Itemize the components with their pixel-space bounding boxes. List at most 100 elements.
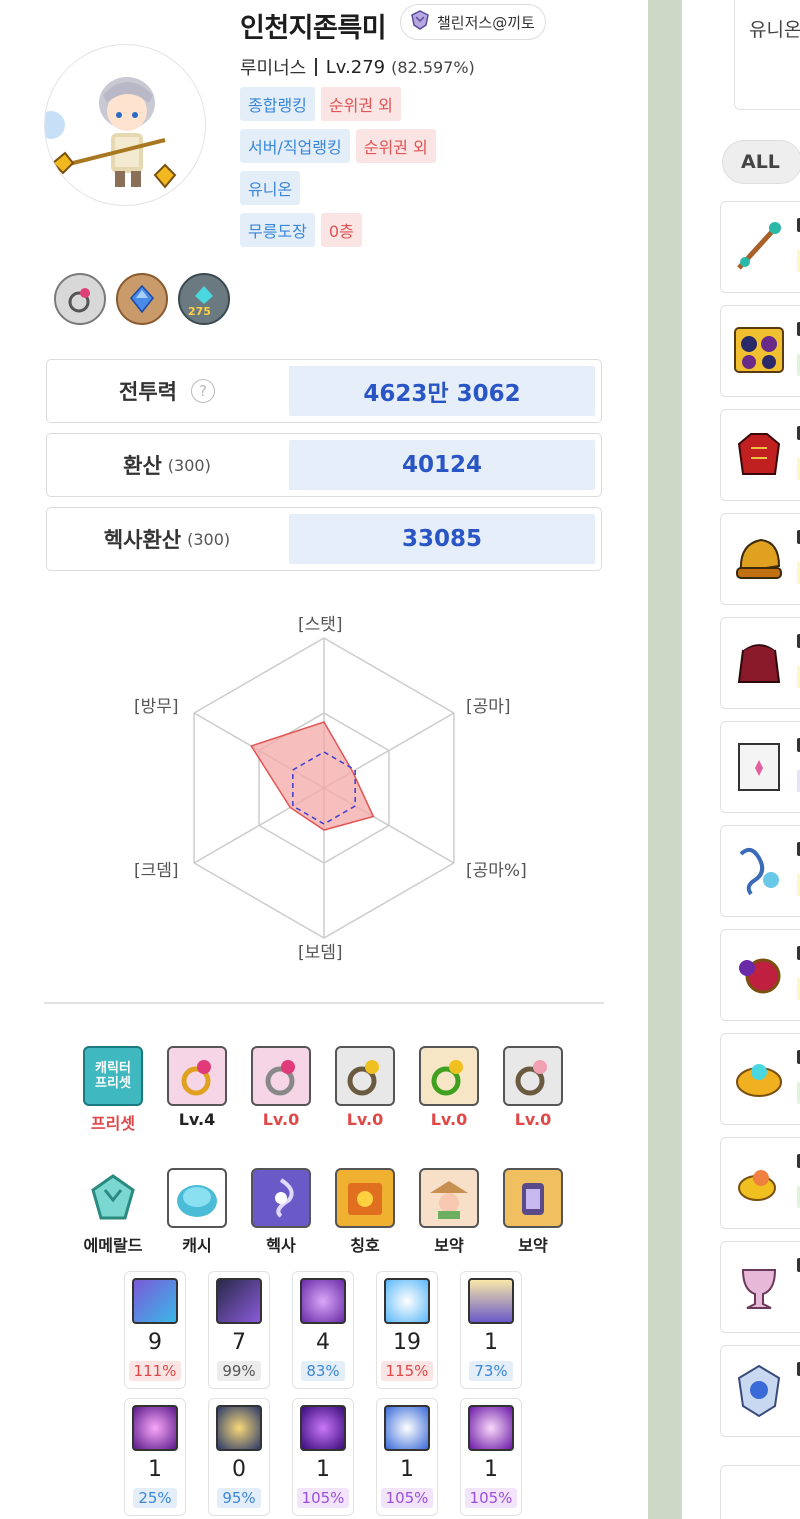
equipment-card[interactable] — [720, 929, 800, 1021]
radar-label-stat: [스탯] — [298, 615, 343, 635]
skill-level: 7 — [232, 1330, 246, 1355]
cape-icon — [737, 638, 781, 683]
treasure-icon — [419, 1168, 479, 1228]
equipment-panel: 유니온 ALL — [682, 0, 800, 1519]
radar-label-boss-dmg: [보뎀] — [298, 943, 343, 963]
hexa-skill[interactable]: 1 25% — [124, 1398, 186, 1516]
skill-icon — [132, 1405, 178, 1451]
section-divider — [44, 1002, 604, 1004]
rank-label[interactable]: 서버/직업랭킹 — [240, 129, 350, 163]
guild-name: 챌린저스@끼토 — [437, 13, 535, 32]
hexa-icon — [251, 1168, 311, 1228]
level: Lv.279 — [325, 56, 386, 78]
tab-cash[interactable]: 캐시 — [166, 1168, 228, 1256]
skill-icon — [468, 1278, 514, 1324]
skill-percent: 83% — [301, 1361, 345, 1381]
bronze-ring-icon — [335, 1046, 395, 1106]
skill-level: 1 — [484, 1457, 498, 1482]
hexa-skill-row-1: 9 111% 7 99% 4 83% 19 115% 1 73% — [124, 1271, 522, 1389]
hexa-skill[interactable]: 19 115% — [376, 1271, 438, 1389]
rank-union: 유니온 — [240, 171, 301, 205]
hexa-skill[interactable]: 1 105% — [292, 1398, 354, 1516]
tab-title[interactable]: 칭호 — [334, 1168, 396, 1256]
rank-label[interactable]: 종합랭킹 — [240, 87, 315, 121]
filter-all-button[interactable]: ALL — [722, 140, 800, 184]
equipment-card[interactable] — [720, 1345, 800, 1437]
skill-level: 0 — [232, 1457, 246, 1482]
belt-icon — [736, 1064, 782, 1097]
equipment-card[interactable] — [720, 305, 800, 397]
hexa-skill[interactable]: 1 105% — [376, 1398, 438, 1516]
preset-ring-1[interactable]: Lv.4 — [166, 1046, 228, 1134]
equipment-card[interactable] — [720, 1033, 800, 1125]
equipment-card[interactable] — [720, 409, 800, 501]
character-panel: 인천지존륵미 챌린저스@끼토 루미너스 Lv.279 (82.597%) 종합랭… — [0, 0, 648, 1519]
guild-badge[interactable]: 챌린저스@끼토 — [400, 4, 546, 40]
preset-caption: 프리셋 — [90, 1114, 136, 1133]
equipment-card[interactable] — [720, 1465, 800, 1519]
preset-ring-2[interactable]: Lv.0 — [250, 1046, 312, 1134]
guild-emblem-icon — [409, 9, 431, 35]
rose-ring-icon — [503, 1046, 563, 1106]
tab-emerald[interactable]: 에메랄드 — [82, 1168, 144, 1256]
union-card[interactable]: 유니온 — [734, 0, 800, 110]
tab-lantern[interactable]: 보약 — [502, 1168, 564, 1256]
radar-value-area — [250, 721, 375, 831]
preset-character[interactable]: 캐릭터 프리셋 프리셋 — [82, 1046, 144, 1134]
preset-caption: Lv.4 — [178, 1110, 216, 1129]
green-ring-icon — [419, 1046, 479, 1106]
hexa-hwansan-box: 헥사환산 (300) 33085 — [46, 507, 602, 571]
tab-caption: 보약 — [518, 1236, 548, 1255]
tab-treasure[interactable]: 보약 — [418, 1168, 480, 1256]
hexa-skill[interactable]: 4 83% — [292, 1271, 354, 1389]
hexa-hwansan-sub: (300) — [187, 529, 231, 549]
skill-level: 4 — [316, 1330, 330, 1355]
rank-label[interactable]: 유니온 — [240, 171, 301, 205]
skill-percent: 115% — [380, 1361, 434, 1381]
top-armor-icon — [737, 433, 781, 475]
equipment-card[interactable] — [720, 721, 800, 813]
equipment-card[interactable] — [720, 825, 800, 917]
hexa-skill[interactable]: 9 111% — [124, 1271, 186, 1389]
tab-hexa[interactable]: 헥사 — [250, 1168, 312, 1256]
equipment-card[interactable] — [720, 201, 800, 293]
skill-icon — [300, 1405, 346, 1451]
weapon-icon — [737, 222, 781, 270]
lantern-icon — [503, 1168, 563, 1228]
hexa-skill[interactable]: 0 95% — [208, 1398, 270, 1516]
character-preset-icon: 캐릭터 프리셋 — [83, 1046, 143, 1106]
ring-badge-icon[interactable] — [54, 273, 106, 325]
rank-label[interactable]: 무릉도장 — [240, 213, 315, 247]
equipment-card[interactable] — [720, 617, 800, 709]
combat-power-label: 전투력 — [119, 380, 177, 404]
badge-level-text: 275 — [188, 305, 211, 318]
skill-icon — [468, 1405, 514, 1451]
skill-level: 1 — [316, 1457, 330, 1482]
skill-percent: 105% — [380, 1488, 434, 1508]
level-badge-icon[interactable]: 275 — [178, 273, 230, 325]
hexa-skill[interactable]: 1 73% — [460, 1271, 522, 1389]
rank-server-job: 서버/직업랭킹 순위권 외 — [240, 129, 436, 163]
blue-gem-badge-icon[interactable] — [116, 273, 168, 325]
help-icon[interactable]: ? — [190, 379, 215, 403]
hexa-skill[interactable]: 7 99% — [208, 1271, 270, 1389]
preset-row: 캐릭터 프리셋 프리셋 Lv.4 Lv.0 Lv.0 Lv.0 Lv.0 — [82, 1046, 564, 1134]
skill-percent: 95% — [217, 1488, 261, 1508]
character-name: 인천지존륵미 — [240, 13, 387, 44]
equipment-card[interactable] — [720, 513, 800, 605]
preset-ring-5[interactable]: Lv.0 — [502, 1046, 564, 1134]
radar-label-ignore-def: [방무] — [134, 697, 179, 717]
hexa-skill[interactable]: 1 105% — [460, 1398, 522, 1516]
tab-caption: 캐시 — [182, 1236, 212, 1255]
hwansan-value: 40124 — [289, 440, 595, 490]
equipment-card[interactable] — [720, 1241, 800, 1333]
preset-ring-4[interactable]: Lv.0 — [418, 1046, 480, 1134]
skill-icon — [216, 1278, 262, 1324]
tab-caption: 칭호 — [350, 1236, 380, 1255]
equipment-card[interactable] — [720, 1137, 800, 1229]
hexa-skill-row-2: 1 25% 0 95% 1 105% 1 105% 1 105% — [124, 1398, 522, 1516]
skill-percent: 99% — [217, 1361, 261, 1381]
skill-percent: 25% — [133, 1488, 177, 1508]
preset-ring-3[interactable]: Lv.0 — [334, 1046, 396, 1134]
character-avatar — [44, 44, 206, 206]
